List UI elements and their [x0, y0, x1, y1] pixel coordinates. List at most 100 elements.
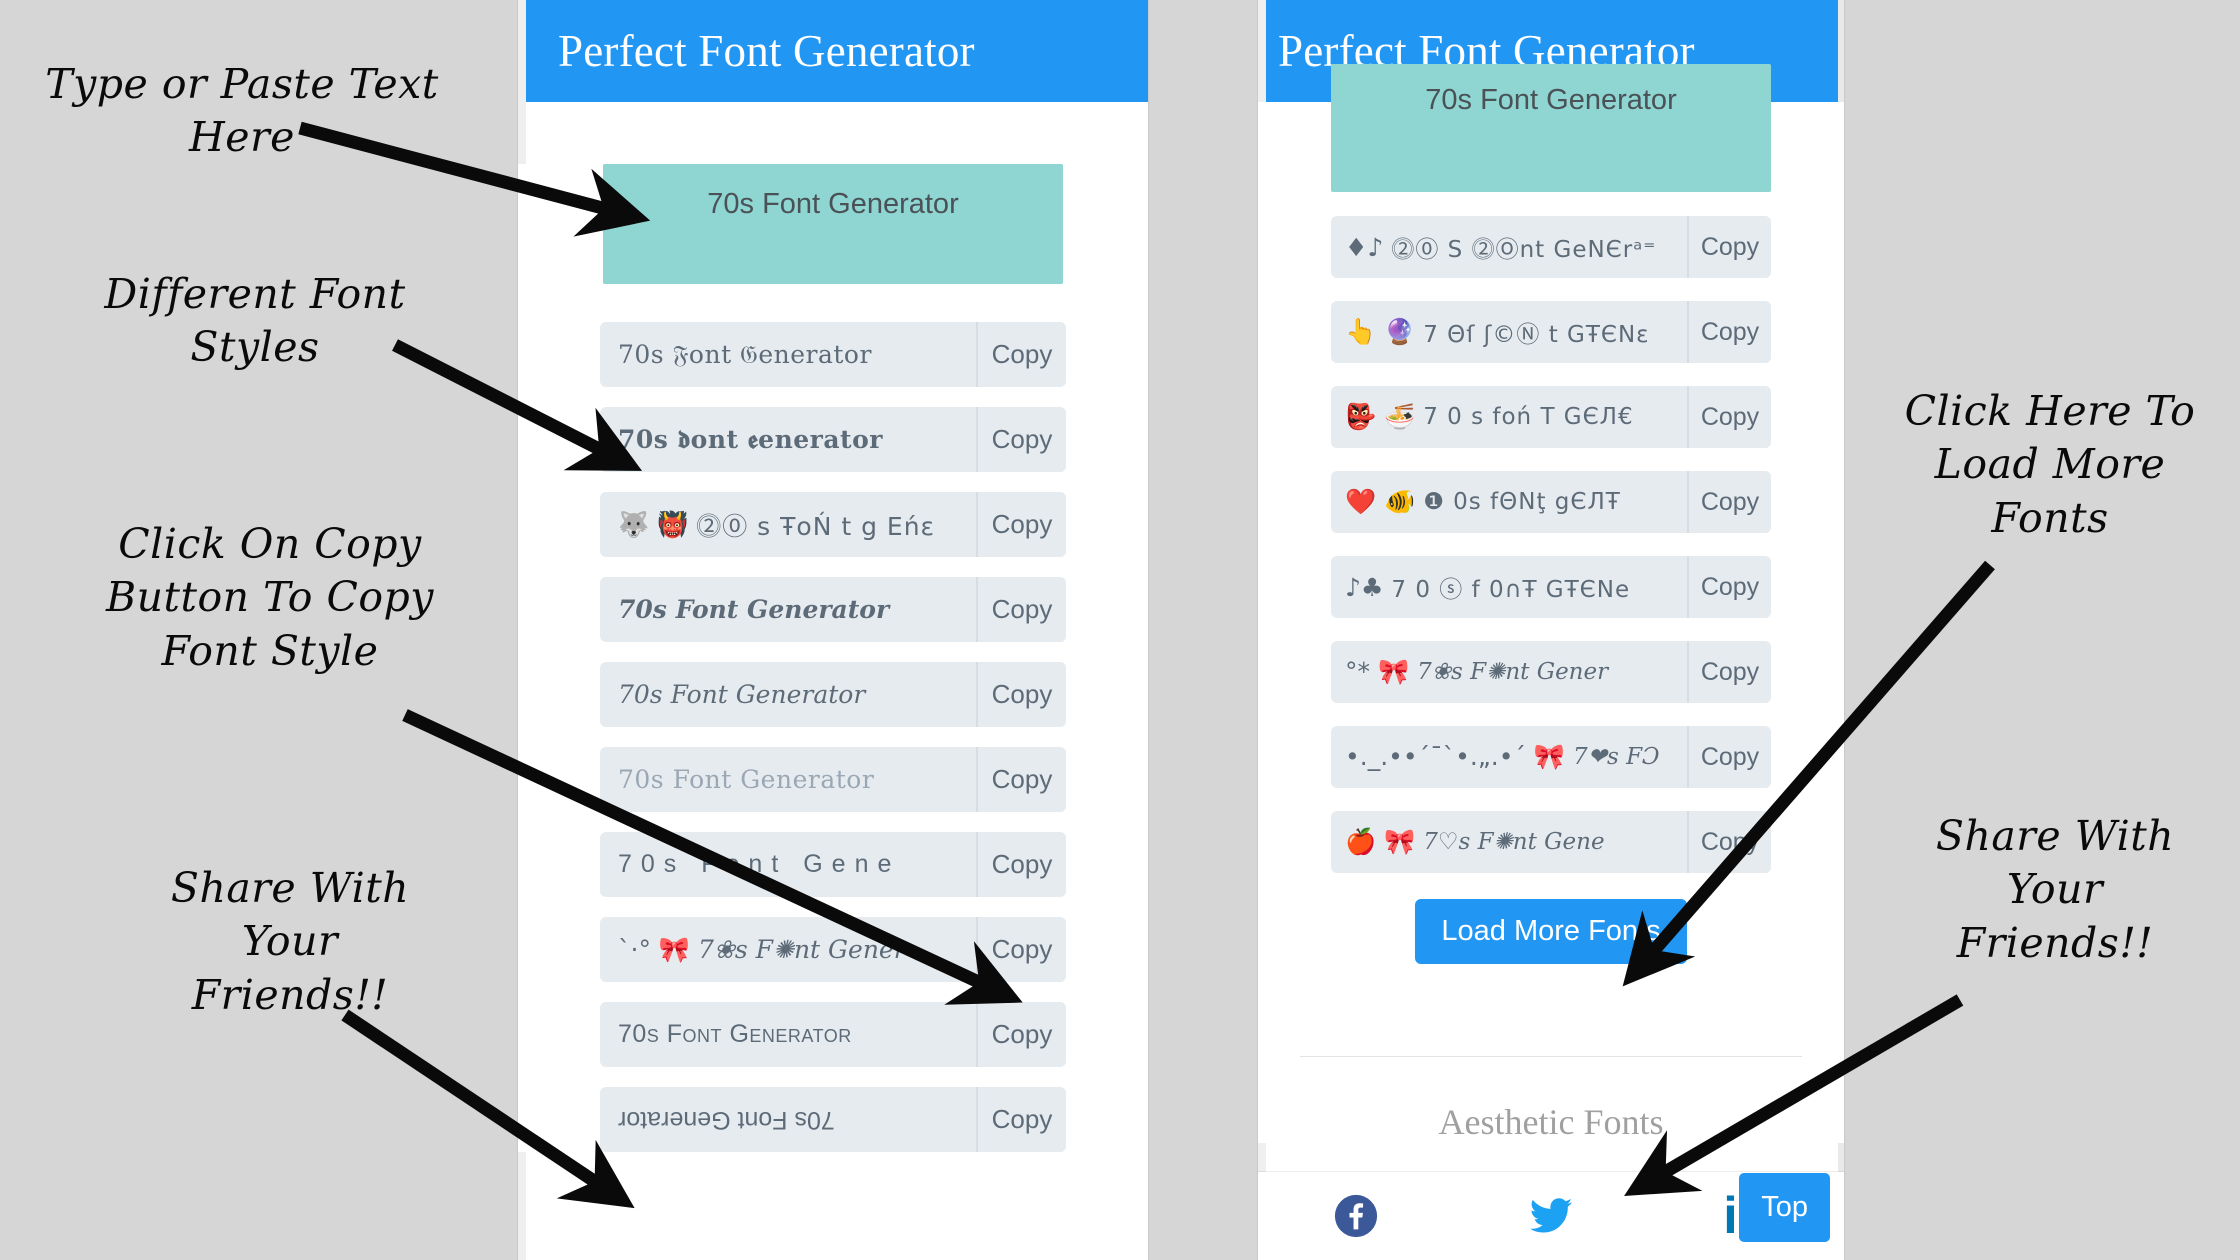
- font-sample-text: °* 🎀 7❀s F✺nt Gener: [1331, 641, 1687, 703]
- annotation-different-font-styles: Different Font Styles: [104, 270, 406, 372]
- copy-button[interactable]: Copy: [976, 492, 1066, 557]
- font-sample-text: 🐺 👹 ⓶⓪ s ŦoŃ t g Eńε: [600, 492, 976, 557]
- twitter-share-button[interactable]: [1453, 1193, 1648, 1239]
- styled-text: 70s Font Generator: [618, 765, 875, 794]
- styled-text: ⓶⓪ s ŦoŃ t g Eńε: [696, 511, 936, 541]
- copy-button[interactable]: Copy: [976, 832, 1066, 897]
- footer-divider: [1300, 1056, 1802, 1057]
- text-input-right[interactable]: [1331, 64, 1771, 192]
- styled-text: 7 Θſ ʃ©Ⓝ t GŦЄNε: [1423, 322, 1650, 348]
- annotation-click-on-copy: Click On Copy Button To Copy Font Style: [106, 520, 434, 675]
- styled-text: ❶ 0s fΘNţ gЄЛŦ: [1423, 489, 1621, 515]
- decoration-emoji-icon: `·° 🎀: [618, 934, 691, 964]
- font-list-right: ♦♪ ⓶⓪ S ⓶Ⓞnt GeNЄrᵃ⁼ Copy 👆 🔮 7 Θſ ʃ©Ⓝ t GŦЄ…: [1276, 216, 1826, 873]
- font-row: 👺 🍜 7 0 s foń T GЄЛ€ Copy: [1331, 386, 1771, 448]
- font-list-left: 70s 𝔉ont 𝔊enerator Copy 70s 𝖉ont 𝖊enerator…: [536, 322, 1130, 1152]
- styled-text: 7 0 s foń T GЄЛ€: [1423, 404, 1634, 430]
- font-row: 70s 𝔉ont 𝔊enerator Copy: [600, 322, 1066, 387]
- twitter-icon: [1529, 1198, 1573, 1233]
- styled-text: 70s 𝔉ont 𝔊enerator: [618, 339, 872, 369]
- font-row: 70s 𝖉ont 𝖊enerator Copy: [600, 407, 1066, 472]
- annotation-type-or-paste: Type or Paste Text Here: [45, 60, 439, 162]
- styled-text: ⓶⓪ S ⓶Ⓞnt GeNЄrᵃ⁼: [1391, 237, 1657, 263]
- font-row: 70s Font Generator Copy: [600, 1087, 1066, 1152]
- facebook-share-button[interactable]: [1258, 1193, 1453, 1239]
- styled-text: 7 0 ⓢ f 0∩Ŧ GŦЄNe: [1391, 577, 1631, 603]
- right-panel-body: ♦♪ ⓶⓪ S ⓶Ⓞnt GeNЄrᵃ⁼ Copy 👆 🔮 7 Θſ ʃ©Ⓝ t GŦЄ…: [1258, 64, 1844, 1143]
- copy-button[interactable]: Copy: [1687, 216, 1771, 278]
- scroll-to-top-button[interactable]: Top: [1739, 1173, 1830, 1242]
- font-row: ♦♪ ⓶⓪ S ⓶Ⓞnt GeNЄrᵃ⁼ Copy: [1331, 216, 1771, 278]
- font-sample-text: 70s Font Generator: [600, 747, 976, 812]
- app-header-left: Perfect Font Generator: [518, 0, 1148, 102]
- font-sample-text: 🍎 🎀 7♡s F✺nt Gene: [1331, 811, 1687, 873]
- copy-button[interactable]: Copy: [976, 1087, 1066, 1152]
- styled-text: 7❀s F✺nt Gener: [1417, 659, 1609, 685]
- left-phone-panel: Perfect Font Generator 70s 𝔉ont 𝔊enerato…: [518, 0, 1148, 1260]
- facebook-icon: [1334, 1194, 1377, 1238]
- font-row: °* 🎀 7❀s F✺nt Gener Copy: [1331, 641, 1771, 703]
- styled-text: 70s Font Generator: [618, 680, 866, 709]
- font-sample-text: 70s Font Generator: [600, 577, 976, 642]
- styled-text: 70s 𝖉ont 𝖊enerator: [618, 424, 883, 454]
- font-row: 70s Font Gene Copy: [600, 832, 1066, 897]
- left-panel-body: 70s 𝔉ont 𝔊eneratorCopy70s 𝖉ont 𝖊enerator…: [518, 164, 1148, 1152]
- styled-text: 70s Font Generator: [618, 595, 890, 624]
- load-more-fonts-button[interactable]: Load More Fonts: [1415, 899, 1687, 964]
- styled-text: 7❀s F✺nt Gener: [698, 935, 906, 964]
- right-phone-panel: Perfect Font Generator ♦♪⓶⓪ S ⓶Ⓞnt GeNЄr…: [1258, 0, 1844, 1260]
- decoration-emoji-icon: 👆 🔮: [1345, 317, 1416, 346]
- font-row: 🍎 🎀 7♡s F✺nt Gene Copy: [1331, 811, 1771, 873]
- styled-text: 7♡s F✺nt Gene: [1423, 829, 1605, 855]
- font-row: `·° 🎀 7❀s F✺nt Gener Copy: [600, 917, 1066, 982]
- annotation-share-with-friends-right: Share With Your Friends!!: [1935, 812, 2175, 967]
- font-sample-text: `·° 🎀 7❀s F✺nt Gener: [600, 917, 976, 982]
- copy-button[interactable]: Copy: [976, 662, 1066, 727]
- font-sample-text: 70s 𝖉ont 𝖊enerator: [600, 407, 976, 472]
- font-sample-text: 👺 🍜 7 0 s foń T GЄЛ€: [1331, 386, 1687, 448]
- decoration-emoji-icon: •._.••´¯`•.„.•´ 🎀: [1345, 742, 1566, 771]
- copy-button[interactable]: Copy: [976, 1002, 1066, 1067]
- decoration-emoji-icon: °* 🎀: [1345, 657, 1410, 686]
- copy-button[interactable]: Copy: [1687, 556, 1771, 618]
- font-row: 👆 🔮 7 Θſ ʃ©Ⓝ t GŦЄNε Copy: [1331, 301, 1771, 363]
- font-row: ♪♣ 7 0 ⓢ f 0∩Ŧ GŦЄNe Copy: [1331, 556, 1771, 618]
- styled-text: 7❤s FƆ: [1573, 744, 1660, 770]
- font-sample-text: 70s Font Generator: [600, 1087, 976, 1152]
- font-row: •._.••´¯`•.„.•´ 🎀 7❤s FƆ Copy: [1331, 726, 1771, 788]
- styled-text: 70s Font Generator: [618, 1020, 852, 1048]
- font-sample-text: 70s 𝔉ont 𝔊enerator: [600, 322, 976, 387]
- decoration-emoji-icon: ♪♣: [1345, 572, 1384, 602]
- copy-button[interactable]: Copy: [976, 747, 1066, 812]
- copy-button[interactable]: Copy: [976, 917, 1066, 982]
- font-row: ❤️ 🐠 ❶ 0s fΘNţ gЄЛŦ Copy: [1331, 471, 1771, 533]
- decoration-emoji-icon: 👺 🍜: [1345, 402, 1416, 431]
- font-sample-text: •._.••´¯`•.„.•´ 🎀 7❤s FƆ: [1331, 726, 1687, 788]
- footer-heading: Aesthetic Fonts: [1438, 1102, 1664, 1142]
- copy-button[interactable]: Copy: [1687, 641, 1771, 703]
- copy-button[interactable]: Copy: [1687, 471, 1771, 533]
- font-sample-text: ❤️ 🐠 ❶ 0s fΘNţ gЄЛŦ: [1331, 471, 1687, 533]
- annotation-click-here-load-more: Click Here To Load More Fonts: [1904, 387, 2196, 542]
- font-row: 70s Font Generator Copy: [600, 747, 1066, 812]
- copy-button[interactable]: Copy: [1687, 386, 1771, 448]
- copy-button[interactable]: Copy: [1687, 811, 1771, 873]
- font-sample-text: 70s Font Generator: [600, 1002, 976, 1067]
- font-row: 70s Font Generator Copy: [600, 577, 1066, 642]
- font-sample-text: ♪♣ 7 0 ⓢ f 0∩Ŧ GŦЄNe: [1331, 556, 1687, 618]
- font-row: 70s Font Generator Copy: [600, 1002, 1066, 1067]
- font-sample-text: 70s Font Gene: [600, 832, 976, 897]
- copy-button[interactable]: Copy: [976, 407, 1066, 472]
- font-sample-text: ♦♪ ⓶⓪ S ⓶Ⓞnt GeNЄrᵃ⁼: [1331, 216, 1687, 278]
- copy-button[interactable]: Copy: [1687, 301, 1771, 363]
- font-sample-text: 👆 🔮 7 Θſ ʃ©Ⓝ t GŦЄNε: [1331, 301, 1687, 363]
- decoration-emoji-icon: ❤️ 🐠: [1345, 487, 1416, 516]
- styled-text: 70s Font Gene: [618, 850, 901, 878]
- copy-button[interactable]: Copy: [976, 577, 1066, 642]
- copy-button[interactable]: Copy: [976, 322, 1066, 387]
- decoration-emoji-icon: 🍎 🎀: [1345, 827, 1416, 856]
- text-input-left[interactable]: [603, 164, 1063, 284]
- font-sample-text: 70s Font Generator: [600, 662, 976, 727]
- copy-button[interactable]: Copy: [1687, 726, 1771, 788]
- decoration-emoji-icon: 🐺 👹: [618, 509, 689, 539]
